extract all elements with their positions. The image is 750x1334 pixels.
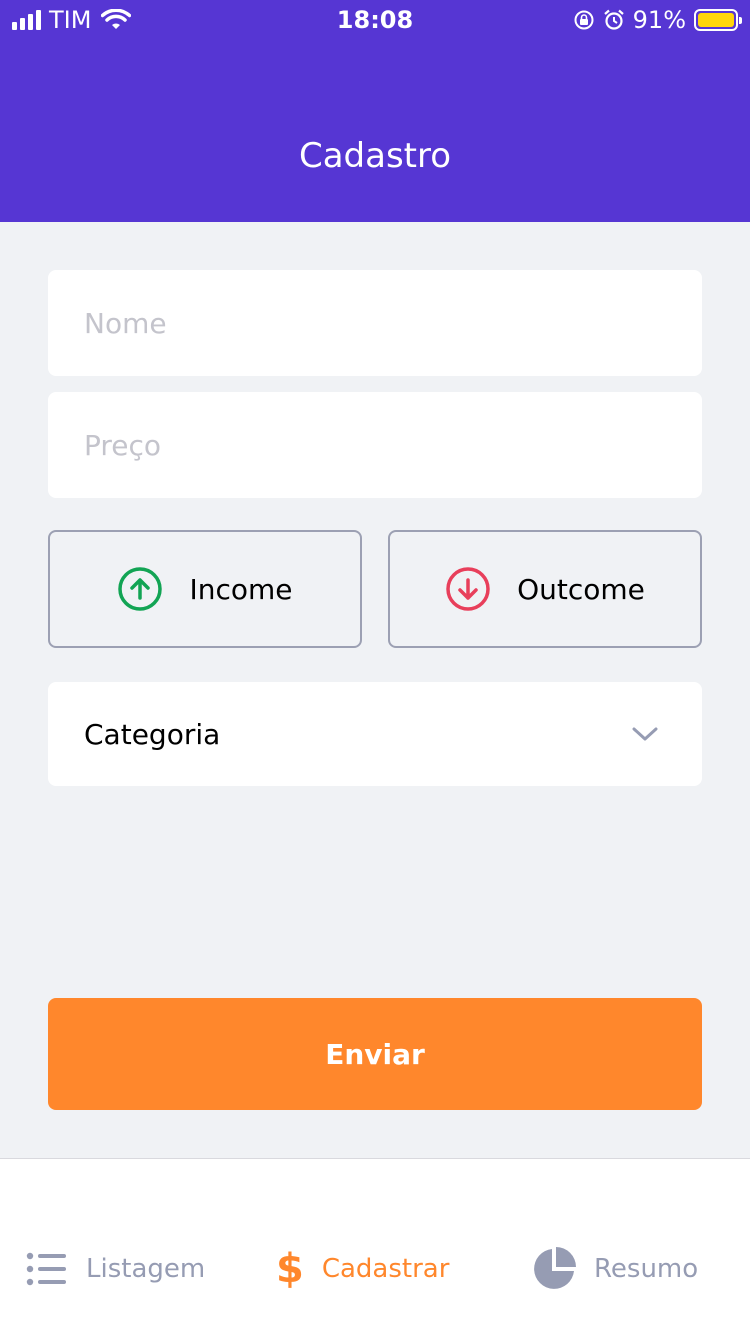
dollar-icon: $ — [276, 1246, 304, 1292]
battery-icon — [694, 9, 742, 31]
header: TIM 18:08 91% Cadastro — [0, 0, 750, 222]
tab-resumo[interactable]: Resumo — [532, 1247, 698, 1291]
outcome-button[interactable]: Outcome — [388, 530, 702, 648]
name-input[interactable]: Nome — [48, 270, 702, 376]
battery-percent: 91% — [632, 6, 686, 34]
price-input[interactable]: Preço — [48, 392, 702, 498]
alarm-icon — [603, 9, 624, 30]
income-label: Income — [189, 572, 293, 606]
tab-listagem-label: Listagem — [86, 1254, 206, 1284]
tab-listagem[interactable]: Listagem — [26, 1247, 205, 1291]
tab-cadastrar-label: Cadastrar — [321, 1254, 450, 1284]
status-right: 91% — [573, 6, 742, 34]
list-icon — [26, 1252, 66, 1286]
tab-bar: Listagem $ Cadastrar Resumo — [0, 1158, 750, 1334]
tab-cadastrar[interactable]: $ Cadastrar — [276, 1247, 449, 1291]
income-button[interactable]: Income — [48, 530, 362, 648]
status-bar: TIM 18:08 91% — [0, 0, 750, 40]
arrow-up-circle-icon — [118, 567, 163, 611]
tab-resumo-label: Resumo — [594, 1254, 699, 1284]
chevron-down-icon — [632, 727, 658, 741]
screen: TIM 18:08 91% Cadastro Nome Preço Income… — [0, 0, 750, 1334]
category-select[interactable]: Categoria — [48, 682, 702, 786]
page-title: Cadastro — [298, 136, 452, 176]
arrow-down-circle-icon — [446, 567, 490, 611]
pie-chart-icon — [534, 1247, 576, 1289]
submit-button[interactable]: Enviar — [48, 998, 702, 1110]
rotation-lock-icon — [574, 10, 594, 30]
category-label: Categoria — [84, 717, 221, 751]
outcome-label: Outcome — [517, 572, 645, 606]
